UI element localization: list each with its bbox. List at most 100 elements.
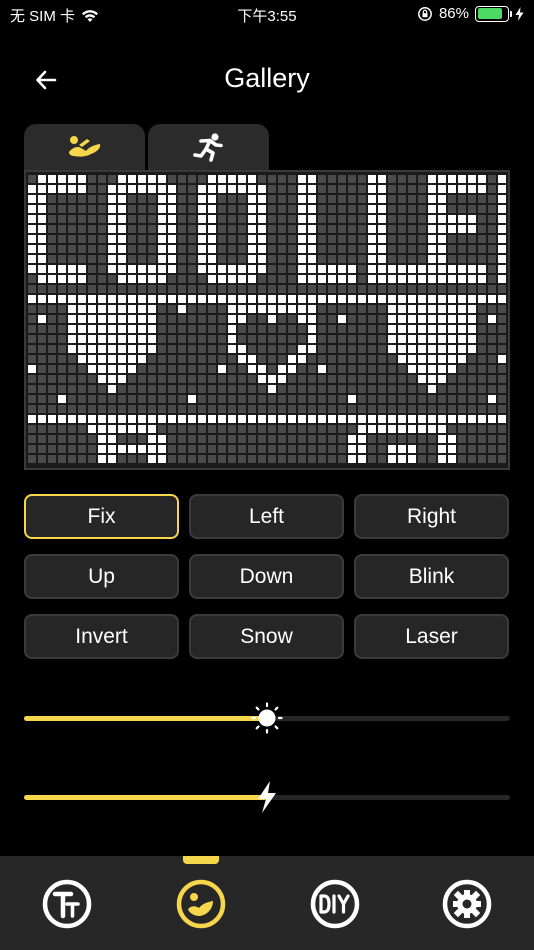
led-dot-off xyxy=(198,175,206,183)
led-dot-off xyxy=(178,385,186,393)
led-dot-off xyxy=(238,285,246,293)
mode-down-button[interactable]: Down xyxy=(189,554,344,599)
led-dot-lit xyxy=(128,415,136,423)
mode-snow-button[interactable]: Snow xyxy=(189,614,344,659)
led-dot-off xyxy=(378,335,386,343)
led-dot-off xyxy=(208,425,216,433)
led-dot-off xyxy=(108,405,116,413)
led-dot-off xyxy=(478,405,486,413)
active-tab-indicator xyxy=(183,856,219,864)
mode-blink-button[interactable]: Blink xyxy=(354,554,509,599)
led-dot-off xyxy=(338,425,346,433)
led-dot-lit xyxy=(58,185,66,193)
led-dot-off xyxy=(428,285,436,293)
led-dot-lit xyxy=(428,235,436,243)
led-dot-lit xyxy=(308,265,316,273)
led-dot-lit xyxy=(498,255,506,263)
led-dot-off xyxy=(198,435,206,443)
led-dot-off xyxy=(58,385,66,393)
mode-left-button[interactable]: Left xyxy=(189,494,344,539)
led-dot-off xyxy=(428,455,436,463)
led-dot-lit xyxy=(248,225,256,233)
led-dot-off xyxy=(168,425,176,433)
led-dot-off xyxy=(78,375,86,383)
led-dot-lit xyxy=(238,185,246,193)
led-dot-lit xyxy=(338,315,346,323)
led-dot-off xyxy=(478,375,486,383)
led-dot-off xyxy=(358,265,366,273)
led-dot-lit xyxy=(248,235,256,243)
led-dot-off xyxy=(58,255,66,263)
led-dot-off xyxy=(38,305,46,313)
led-dot-off xyxy=(398,285,406,293)
led-dot-off xyxy=(208,455,216,463)
lightning-icon xyxy=(258,781,276,813)
led-dot-lit xyxy=(248,175,256,183)
led-dot-off xyxy=(208,445,216,453)
led-dot-off xyxy=(338,225,346,233)
led-dot-off xyxy=(288,425,296,433)
led-dot-lit xyxy=(208,255,216,263)
mode-up-button[interactable]: Up xyxy=(24,554,179,599)
led-dot-lit xyxy=(418,355,426,363)
led-dot-lit xyxy=(278,295,286,303)
led-dot-off xyxy=(318,195,326,203)
nav-settings[interactable] xyxy=(441,878,493,930)
led-dot-off xyxy=(28,315,36,323)
led-dot-off xyxy=(408,405,416,413)
brightness-thumb[interactable] xyxy=(247,698,287,738)
led-dot-lit xyxy=(108,315,116,323)
led-dot-off xyxy=(258,385,266,393)
led-dot-lit xyxy=(258,195,266,203)
led-dot-lit xyxy=(378,275,386,283)
mode-laser-button[interactable]: Laser xyxy=(354,614,509,659)
speed-thumb[interactable] xyxy=(247,777,287,817)
led-dot-off xyxy=(158,345,166,353)
led-dot-lit xyxy=(408,275,416,283)
led-dot-off xyxy=(328,255,336,263)
nav-diy[interactable] xyxy=(309,878,361,930)
led-dot-lit xyxy=(488,295,496,303)
led-dot-off xyxy=(458,365,466,373)
led-dot-lit xyxy=(128,335,136,343)
led-dot-off xyxy=(268,195,276,203)
led-dot-off xyxy=(418,395,426,403)
mode-fix-button[interactable]: Fix xyxy=(24,494,179,539)
led-dot-off xyxy=(258,445,266,453)
led-dot-off xyxy=(368,455,376,463)
led-dot-off xyxy=(238,245,246,253)
led-dot-off xyxy=(138,195,146,203)
speed-slider[interactable] xyxy=(24,777,510,817)
led-dot-off xyxy=(258,455,266,463)
led-dot-off xyxy=(328,385,336,393)
led-dot-lit xyxy=(38,415,46,423)
led-dot-lit xyxy=(48,275,56,283)
led-dot-lit xyxy=(98,355,106,363)
brightness-slider[interactable] xyxy=(24,698,510,738)
led-dot-lit xyxy=(158,445,166,453)
led-dot-off xyxy=(78,365,86,373)
led-dot-off xyxy=(248,345,256,353)
led-dot-lit xyxy=(278,305,286,313)
led-dot-off xyxy=(188,365,196,373)
led-dot-lit xyxy=(138,295,146,303)
led-dot-off xyxy=(408,245,416,253)
tab-lying-person[interactable] xyxy=(24,124,145,170)
led-dot-lit xyxy=(108,255,116,263)
led-dot-off xyxy=(478,345,486,353)
led-dot-off xyxy=(468,455,476,463)
led-dot-off xyxy=(368,315,376,323)
led-dot-lit xyxy=(328,415,336,423)
led-dot-off xyxy=(178,205,186,213)
tab-running-person[interactable] xyxy=(148,124,269,170)
led-dot-lit xyxy=(158,275,166,283)
led-dot-off xyxy=(318,185,326,193)
led-dot-off xyxy=(388,235,396,243)
mode-invert-button[interactable]: Invert xyxy=(24,614,179,659)
nav-gallery[interactable] xyxy=(175,878,227,930)
nav-text[interactable] xyxy=(41,878,93,930)
led-dot-off xyxy=(338,205,346,213)
mode-right-button[interactable]: Right xyxy=(354,494,509,539)
led-dot-off xyxy=(98,285,106,293)
led-dot-lit xyxy=(418,425,426,433)
